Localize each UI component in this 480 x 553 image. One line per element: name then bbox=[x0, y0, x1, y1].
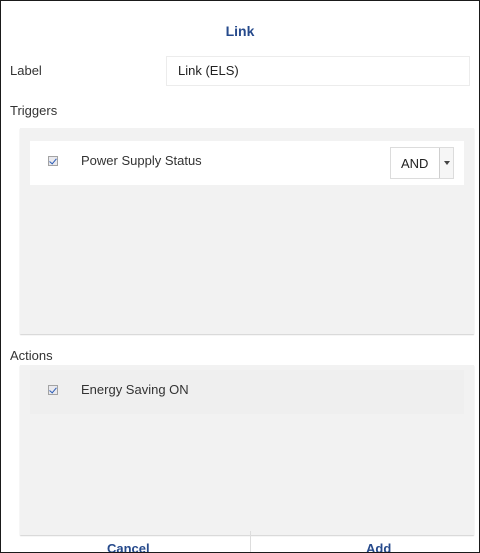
trigger-checkbox[interactable] bbox=[48, 156, 58, 166]
cancel-button[interactable]: Cancel bbox=[107, 541, 150, 552]
label-field-label: Label bbox=[10, 63, 42, 78]
action-label: Energy Saving ON bbox=[81, 382, 189, 397]
dialog-title: Link bbox=[225, 23, 255, 39]
actions-panel: Energy Saving ON bbox=[20, 365, 474, 535]
dialog-footer: Cancel Add bbox=[1, 531, 479, 552]
actions-heading: Actions bbox=[10, 348, 53, 363]
triggers-heading: Triggers bbox=[10, 103, 58, 118]
dropdown-arrow-icon[interactable] bbox=[439, 148, 453, 178]
trigger-row: Power Supply Status AND bbox=[30, 141, 464, 185]
action-checkbox[interactable] bbox=[48, 385, 58, 395]
checkmark-icon bbox=[49, 156, 57, 165]
footer-divider bbox=[250, 531, 251, 552]
checkmark-icon bbox=[49, 385, 57, 394]
add-button[interactable]: Add bbox=[366, 541, 391, 552]
trigger-label: Power Supply Status bbox=[81, 153, 202, 168]
trigger-operator-select[interactable]: AND bbox=[390, 147, 454, 179]
triggers-panel: Power Supply Status AND bbox=[20, 128, 474, 334]
trigger-operator-value: AND bbox=[401, 156, 429, 171]
label-input[interactable]: Link (ELS) bbox=[166, 56, 470, 86]
link-dialog: Link Label Link (ELS) Triggers Power Sup… bbox=[0, 0, 480, 553]
action-row: Energy Saving ON bbox=[30, 370, 464, 414]
